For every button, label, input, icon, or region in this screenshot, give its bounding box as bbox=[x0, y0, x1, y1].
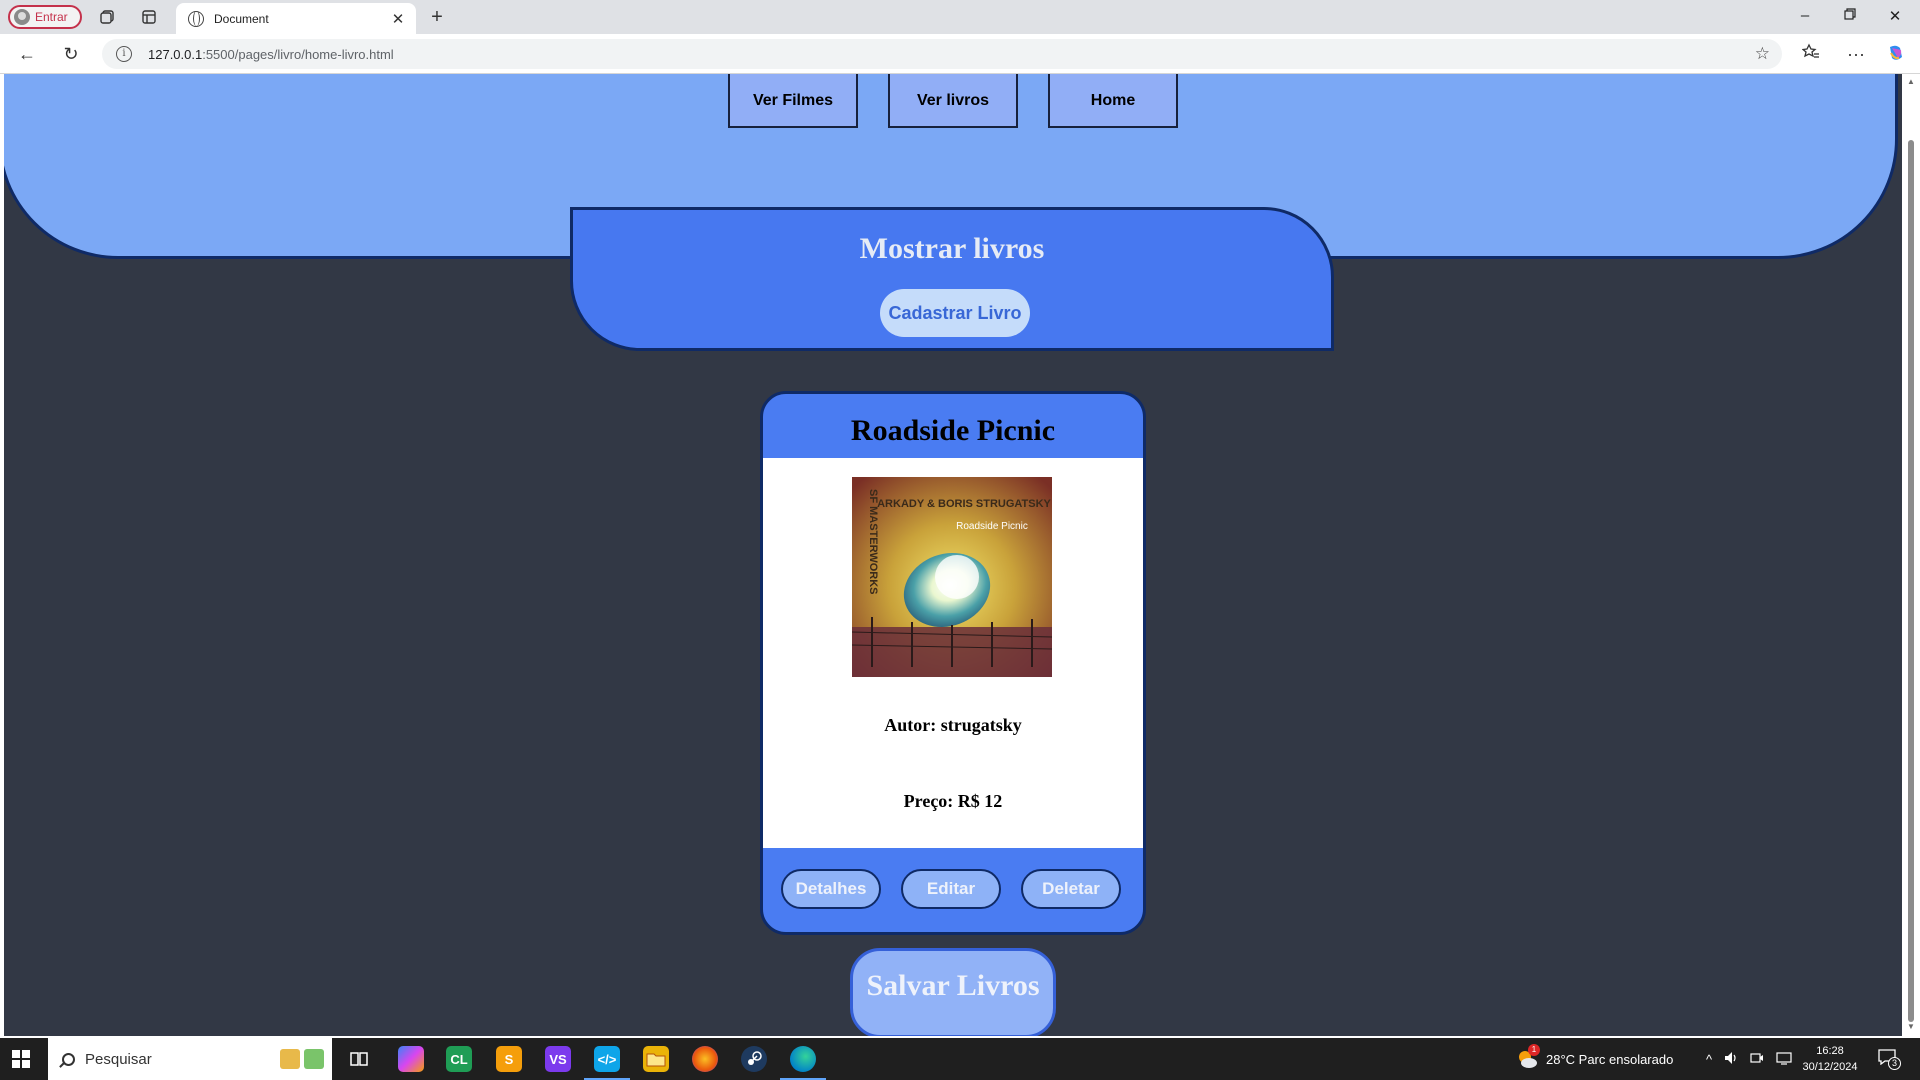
close-window-icon[interactable]: ✕ bbox=[1885, 7, 1905, 27]
favorites-icon[interactable] bbox=[1800, 43, 1822, 65]
nav-link-label: Home bbox=[1090, 92, 1136, 109]
restore-icon[interactable] bbox=[1840, 7, 1860, 27]
books-section-header: Mostrar livros Cadastrar Livro bbox=[570, 207, 1334, 351]
copilot-icon[interactable] bbox=[1885, 43, 1907, 65]
book-card-body: SF MASTERWORKS ARKADY & BORIS STRUGATSKY… bbox=[763, 458, 1143, 848]
section-title: Mostrar livros bbox=[859, 232, 1045, 265]
edge-icon[interactable] bbox=[780, 1046, 826, 1080]
more-options-icon[interactable]: ··· bbox=[1845, 43, 1867, 65]
task-view-icon[interactable] bbox=[346, 1046, 372, 1072]
system-tray: ^ bbox=[1706, 1038, 1792, 1080]
book-author: Autor: strugatsky bbox=[884, 715, 1022, 735]
sublime-text-icon[interactable]: S bbox=[496, 1046, 522, 1072]
file-explorer-icon[interactable] bbox=[643, 1046, 669, 1072]
add-book-button[interactable]: Cadastrar Livro bbox=[880, 289, 1030, 337]
scrollbar-thumb[interactable] bbox=[1908, 140, 1914, 1022]
minimize-icon[interactable]: – bbox=[1795, 7, 1815, 27]
workspaces-icon[interactable] bbox=[98, 8, 116, 26]
back-icon[interactable]: ← bbox=[16, 43, 38, 65]
taskbar-clock[interactable]: 16:28 30/12/2024 bbox=[1790, 1043, 1870, 1075]
weather-badge: 1 bbox=[1528, 1044, 1540, 1056]
nav-link-label: Ver livros bbox=[916, 92, 990, 109]
notification-count: 3 bbox=[1888, 1057, 1901, 1070]
tab-document[interactable]: Document ✕ bbox=[176, 3, 416, 34]
tray-expand-icon[interactable]: ^ bbox=[1706, 1052, 1712, 1067]
details-button[interactable]: Detalhes bbox=[781, 869, 881, 909]
weather-icon: 1 bbox=[1516, 1044, 1540, 1070]
scroll-down-icon[interactable]: ▼ bbox=[1907, 1022, 1915, 1031]
search-icon bbox=[62, 1052, 75, 1066]
save-books-button[interactable]: Salvar Livros bbox=[850, 948, 1056, 1036]
vscode-icon[interactable]: </> bbox=[584, 1046, 630, 1080]
firefox-icon[interactable] bbox=[692, 1046, 718, 1072]
url-host: 127.0.0.1 bbox=[148, 46, 203, 62]
cover-authors-text: ARKADY & BORIS STRUGATSKY bbox=[877, 498, 1051, 510]
scroll-up-icon[interactable]: ▲ bbox=[1907, 77, 1915, 86]
profile-avatar-icon bbox=[14, 9, 30, 25]
clock-date: 30/12/2024 bbox=[1802, 1061, 1858, 1073]
windows-taskbar: Pesquisar CL S VS </> 1 28°C Parc ensola… bbox=[0, 1038, 1920, 1080]
tab-title: Document bbox=[214, 11, 269, 26]
meet-now-icon[interactable] bbox=[1750, 1051, 1764, 1068]
book-title: Roadside Picnic bbox=[850, 414, 1056, 447]
book-cover-image: SF MASTERWORKS ARKADY & BORIS STRUGATSKY… bbox=[852, 477, 1052, 677]
address-bar[interactable]: i 127.0.0.1:5500/pages/livro/home-livro.… bbox=[102, 39, 1782, 69]
weather-widget[interactable]: 1 28°C Parc ensolarado bbox=[1516, 1038, 1673, 1080]
volume-icon[interactable] bbox=[1724, 1051, 1738, 1068]
weather-text: 28°C Parc ensolarado bbox=[1546, 1051, 1674, 1067]
edit-button[interactable]: Editar bbox=[901, 869, 1001, 909]
profile-label: Entrar bbox=[35, 10, 68, 24]
tab-actions-icon[interactable] bbox=[140, 8, 158, 26]
site-info-icon[interactable]: i bbox=[116, 46, 132, 62]
globe-icon bbox=[188, 10, 204, 27]
taskbar-search[interactable]: Pesquisar bbox=[48, 1038, 332, 1080]
book-card: Roadside Picnic SF MASTERWORKS ARKADY & … bbox=[760, 391, 1146, 935]
url-path: :5500/pages/livro/home-livro.html bbox=[202, 46, 394, 62]
page-scrollbar[interactable]: ▲ ▼ bbox=[1902, 74, 1920, 1036]
browser-tab-bar: Entrar Document ✕ + – ✕ bbox=[0, 0, 1920, 34]
nav-link-home[interactable]: Home bbox=[1048, 74, 1178, 128]
book-card-actions: Detalhes Editar Deletar bbox=[763, 869, 1143, 909]
clock-time: 16:28 bbox=[1816, 1045, 1844, 1057]
nav-link-ver-filmes[interactable]: Ver Filmes bbox=[728, 74, 858, 128]
nav-link-label: Ver Filmes bbox=[752, 92, 834, 109]
url-text[interactable]: 127.0.0.1:5500/pages/livro/home-livro.ht… bbox=[148, 47, 394, 62]
cover-title-text: Roadside Picnic bbox=[956, 521, 1028, 532]
notifications-button[interactable]: 3 bbox=[1878, 1038, 1901, 1080]
address-toolbar: ← ↻ i 127.0.0.1:5500/pages/livro/home-li… bbox=[0, 34, 1920, 74]
favorite-star-icon[interactable]: ☆ bbox=[1755, 44, 1770, 64]
delete-button[interactable]: Deletar bbox=[1021, 869, 1121, 909]
notification-icon: 3 bbox=[1878, 1049, 1901, 1070]
close-tab-icon[interactable]: ✕ bbox=[390, 10, 406, 28]
reload-icon[interactable]: ↻ bbox=[60, 43, 82, 65]
profile-button[interactable]: Entrar bbox=[8, 5, 82, 29]
page-viewport: Ver Filmes Ver livros Home Mostrar livro… bbox=[4, 74, 1902, 1036]
clion-icon[interactable]: CL bbox=[446, 1046, 472, 1072]
steam-icon[interactable] bbox=[741, 1046, 767, 1072]
windows-start-icon[interactable] bbox=[12, 1050, 30, 1068]
copilot-taskbar-icon[interactable] bbox=[398, 1046, 424, 1072]
visual-studio-icon[interactable]: VS bbox=[545, 1046, 571, 1072]
search-highlight-icon bbox=[280, 1049, 324, 1069]
nav-link-ver-livros[interactable]: Ver livros bbox=[888, 74, 1018, 128]
new-tab-icon[interactable]: + bbox=[428, 6, 446, 28]
book-price: Preço: R$ 12 bbox=[903, 791, 1003, 811]
search-placeholder: Pesquisar bbox=[85, 1050, 152, 1068]
